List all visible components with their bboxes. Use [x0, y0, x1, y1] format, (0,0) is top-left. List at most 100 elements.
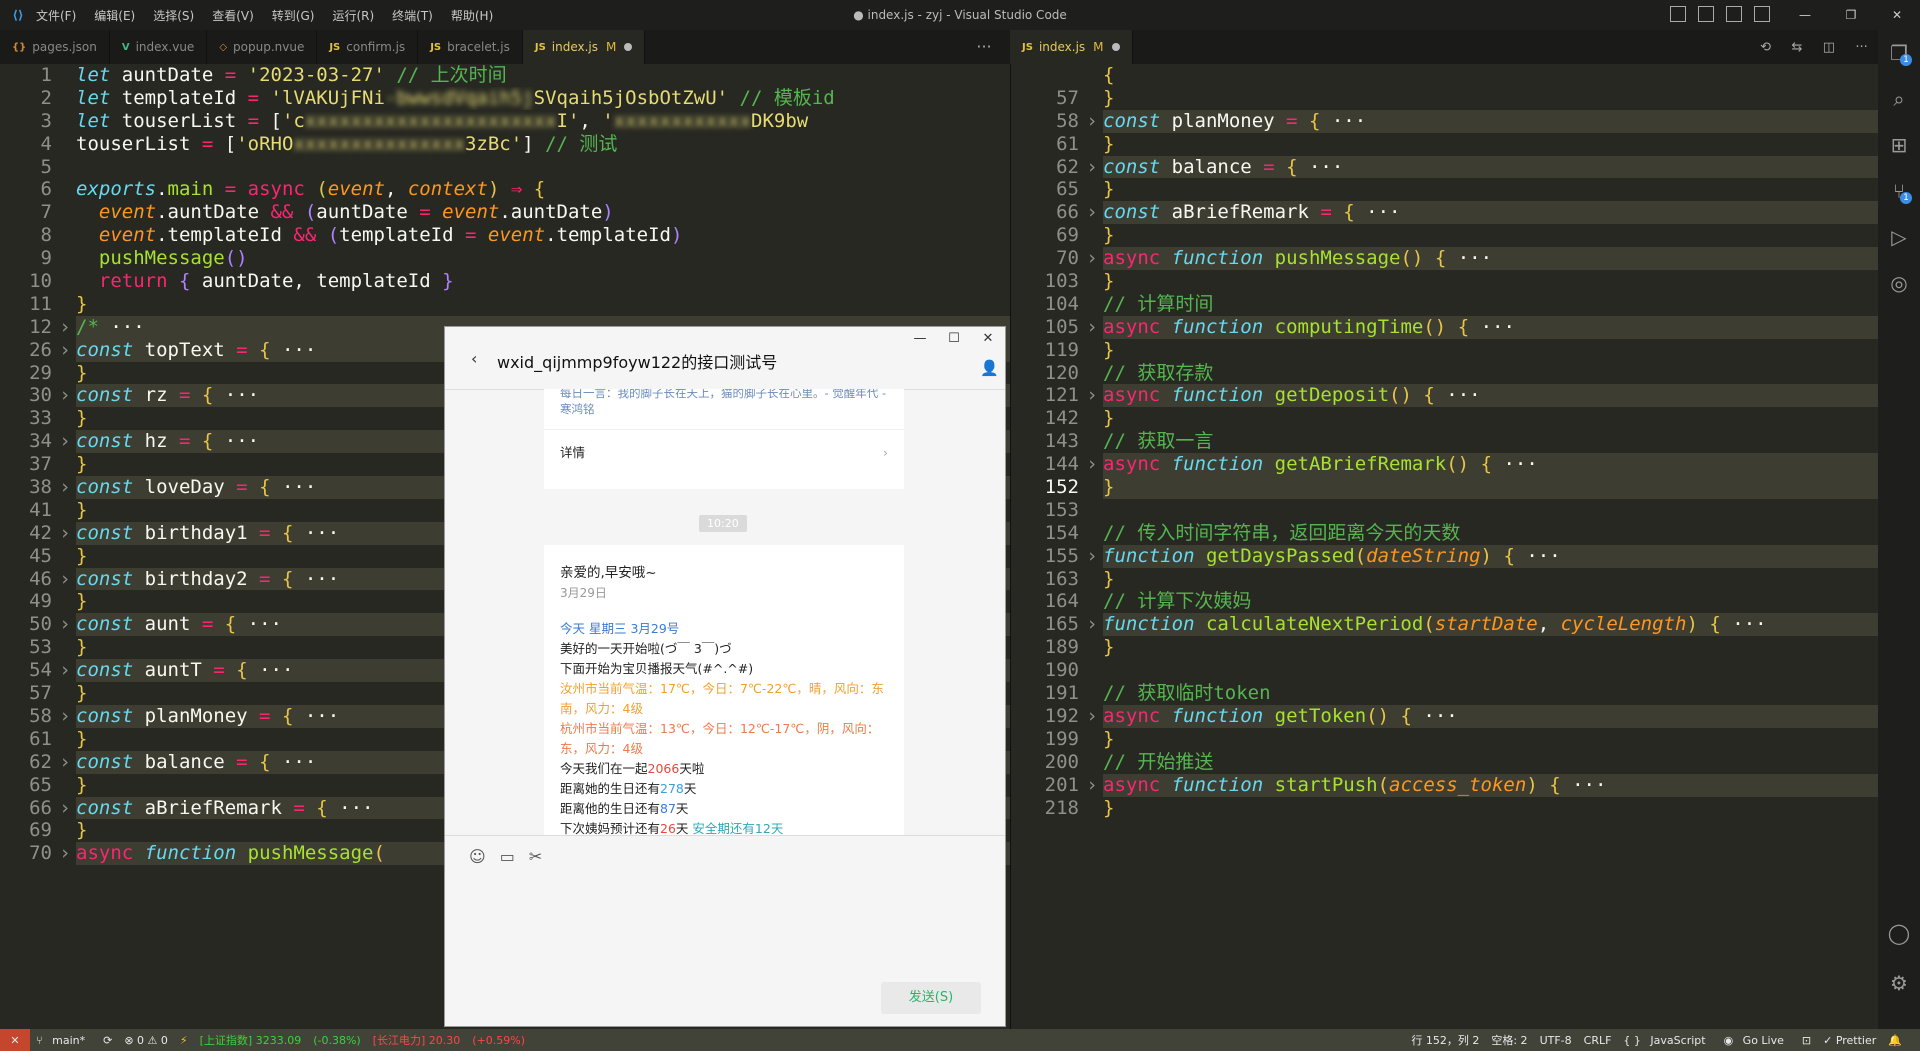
close-icon[interactable]: ✕	[1874, 8, 1920, 22]
code-text[interactable]: {	[1103, 64, 1879, 87]
code-text[interactable]: // 传入时间字符串，返回距离今天的天数	[1103, 522, 1879, 545]
toggle-secondary-sidebar-icon[interactable]	[1726, 6, 1742, 22]
code-line[interactable]: 9 pushMessage()	[0, 247, 1010, 270]
chat-close-icon[interactable]: ✕	[971, 327, 1005, 346]
code-text[interactable]: }	[1103, 133, 1879, 156]
fold-chevron-icon[interactable]: ›	[1085, 384, 1099, 407]
code-line[interactable]: 163}	[1011, 568, 1879, 591]
menu-item[interactable]: 帮助(H)	[451, 9, 493, 23]
code-line[interactable]: 142}	[1011, 407, 1879, 430]
problems-indicator[interactable]: ⊗ 0 ⚠ 0	[124, 1034, 168, 1047]
more-actions-icon[interactable]: ···	[958, 30, 1010, 64]
code-line[interactable]: 10 return { auntDate, templateId }	[0, 270, 1010, 293]
code-text[interactable]: const balance = { ···	[1103, 155, 1879, 179]
remote-indicator-icon[interactable]: ✕	[0, 1029, 30, 1051]
fold-chevron-icon[interactable]: ›	[58, 613, 72, 636]
code-line[interactable]: 70 › async function pushMessage() { ···	[1011, 247, 1879, 271]
code-text[interactable]: // 计算下次姨妈	[1103, 590, 1879, 613]
code-text[interactable]: let templateId = 'lVAKUjFNi-bwwsdVqaih5j…	[76, 87, 1010, 110]
fold-chevron-icon[interactable]: ›	[1085, 705, 1099, 728]
git-branch[interactable]: ⑂ main*	[36, 1034, 91, 1047]
profile-icon[interactable]: 👤	[980, 359, 999, 377]
code-text[interactable]: touserList = ['oRHOxxxxxxxxxxxxxxx3zBc']…	[76, 133, 1010, 156]
code-line[interactable]: {	[1011, 64, 1879, 87]
code-text[interactable]: async function computingTime() { ···	[1103, 315, 1879, 339]
fold-chevron-icon[interactable]: ›	[1085, 774, 1099, 797]
fold-chevron-icon[interactable]: ›	[58, 316, 72, 339]
code-text[interactable]: return { auntDate, templateId }	[76, 270, 1010, 293]
code-line[interactable]: 119}	[1011, 339, 1879, 362]
fold-chevron-icon[interactable]: ›	[1085, 201, 1099, 224]
code-text[interactable]: }	[76, 293, 1010, 316]
code-line[interactable]: 8 event.templateId && (templateId = even…	[0, 224, 1010, 247]
emoji-icon[interactable]: ☺	[469, 847, 486, 866]
code-line[interactable]: 103}	[1011, 270, 1879, 293]
code-line[interactable]: 155 › function getDaysPassed(dateString) {…	[1011, 544, 1879, 568]
restore-icon[interactable]: ❐	[1828, 8, 1874, 22]
code-text[interactable]: }	[1103, 87, 1879, 110]
code-line[interactable]: 2 let templateId = 'lVAKUjFNi-bwwsdVqaih5…	[0, 87, 1010, 110]
code-text[interactable]: }	[1103, 728, 1879, 751]
fold-chevron-icon[interactable]: ›	[58, 568, 72, 591]
editor-tab[interactable]: JS confirm.js	[317, 30, 419, 64]
sync-icon[interactable]: ⟳	[103, 1034, 112, 1047]
code-line[interactable]: 200 // 开始推送	[1011, 751, 1879, 774]
editor-tab[interactable]: ◇ popup.nvue	[207, 30, 318, 64]
code-line[interactable]: 62 › const balance = { ···	[1011, 155, 1879, 179]
code-text[interactable]: exports.main = async (event, context) ⇒ …	[76, 178, 1010, 201]
bell-icon[interactable]: 🔔	[1888, 1034, 1902, 1047]
fold-chevron-icon[interactable]: ›	[58, 842, 72, 865]
fold-chevron-icon[interactable]: ›	[58, 476, 72, 499]
stock-quote[interactable]: [长江电力] 20.30	[373, 1032, 461, 1048]
vscode-logo-icon[interactable]: ⟨⟩	[0, 0, 36, 30]
fold-chevron-icon[interactable]: ›	[1085, 110, 1099, 133]
stock-index[interactable]: [上证指数] 3233.09	[200, 1032, 302, 1048]
chat-minimize-icon[interactable]: —	[903, 327, 937, 346]
line-ending[interactable]: CRLF	[1584, 1034, 1612, 1047]
code-text[interactable]: // 获取存款	[1103, 362, 1879, 385]
code-line[interactable]: 61}	[1011, 133, 1879, 156]
run-debug-icon[interactable]: ▷	[1878, 214, 1920, 260]
code-text[interactable]: async function startPush(access_token) {…	[1103, 773, 1879, 797]
fold-chevron-icon[interactable]: ›	[58, 430, 72, 453]
go-live-button[interactable]: ◉ Go Live	[1724, 1034, 1790, 1047]
notifications-icon[interactable]: ⊡	[1802, 1034, 1811, 1047]
menu-item[interactable]: 终端(T)	[392, 9, 433, 23]
code-text[interactable]: let touserList = ['cxxxxxxxxxxxxxxxxxxxx…	[76, 110, 1010, 133]
code-line[interactable]: 153	[1011, 499, 1879, 522]
remote-icon[interactable]: ◎	[1878, 260, 1920, 306]
fold-chevron-icon[interactable]: ›	[1085, 613, 1099, 636]
menu-item[interactable]: 编辑(E)	[94, 9, 135, 23]
code-text[interactable]: const planMoney = { ···	[1103, 109, 1879, 133]
right-code-editor[interactable]: {57} 58 › const planMoney = { ··· 61} 62 › cons…	[1010, 64, 1879, 1029]
code-line[interactable]: 165 › function calculateNextPeriod(startDa…	[1011, 613, 1879, 637]
fold-chevron-icon[interactable]: ›	[1085, 156, 1099, 179]
code-line[interactable]: 104 // 计算时间	[1011, 293, 1879, 316]
toggle-sidebar-icon[interactable]	[1670, 6, 1686, 22]
code-line[interactable]: 69}	[1011, 224, 1879, 247]
fold-chevron-icon[interactable]: ›	[58, 797, 72, 820]
unsaved-dot-icon[interactable]	[1111, 43, 1120, 51]
fold-chevron-icon[interactable]: ›	[58, 751, 72, 774]
account-icon[interactable]: ◯	[1878, 910, 1920, 956]
code-line[interactable]: 144 › async function getABriefRemark() { ·…	[1011, 453, 1879, 477]
unsaved-dot-icon[interactable]	[624, 43, 633, 51]
toggle-panel-icon[interactable]	[1698, 6, 1714, 22]
code-line[interactable]: 192 › async function getToken() { ···	[1011, 704, 1879, 728]
code-text[interactable]: }	[1103, 339, 1879, 362]
editor-tab[interactable]: JS bracelet.js	[418, 30, 523, 64]
code-text[interactable]: }	[1103, 636, 1879, 659]
code-line[interactable]: 154 // 传入时间字符串，返回距离今天的天数	[1011, 522, 1879, 545]
customize-layout-icon[interactable]	[1754, 6, 1770, 22]
indentation[interactable]: 空格: 2	[1491, 1032, 1527, 1048]
scissors-icon[interactable]: ✂	[529, 847, 542, 866]
code-text[interactable]: event.auntDate && (auntDate = event.aunt…	[76, 201, 1010, 224]
menu-item[interactable]: 选择(S)	[153, 9, 194, 23]
code-line[interactable]: 4 touserList = ['oRHOxxxxxxxxxxxxxxx3zBc'…	[0, 133, 1010, 156]
detail-link[interactable]: 详情 ›	[544, 429, 904, 476]
cursor-position[interactable]: 行 152，列 2	[1411, 1032, 1479, 1048]
code-text[interactable]: async function getDeposit() { ···	[1103, 384, 1879, 408]
code-text[interactable]: function calculateNextPeriod(startDate, …	[1103, 613, 1879, 637]
code-line[interactable]: 66 › const aBriefRemark = { ···	[1011, 201, 1879, 225]
fold-chevron-icon[interactable]: ›	[58, 384, 72, 407]
